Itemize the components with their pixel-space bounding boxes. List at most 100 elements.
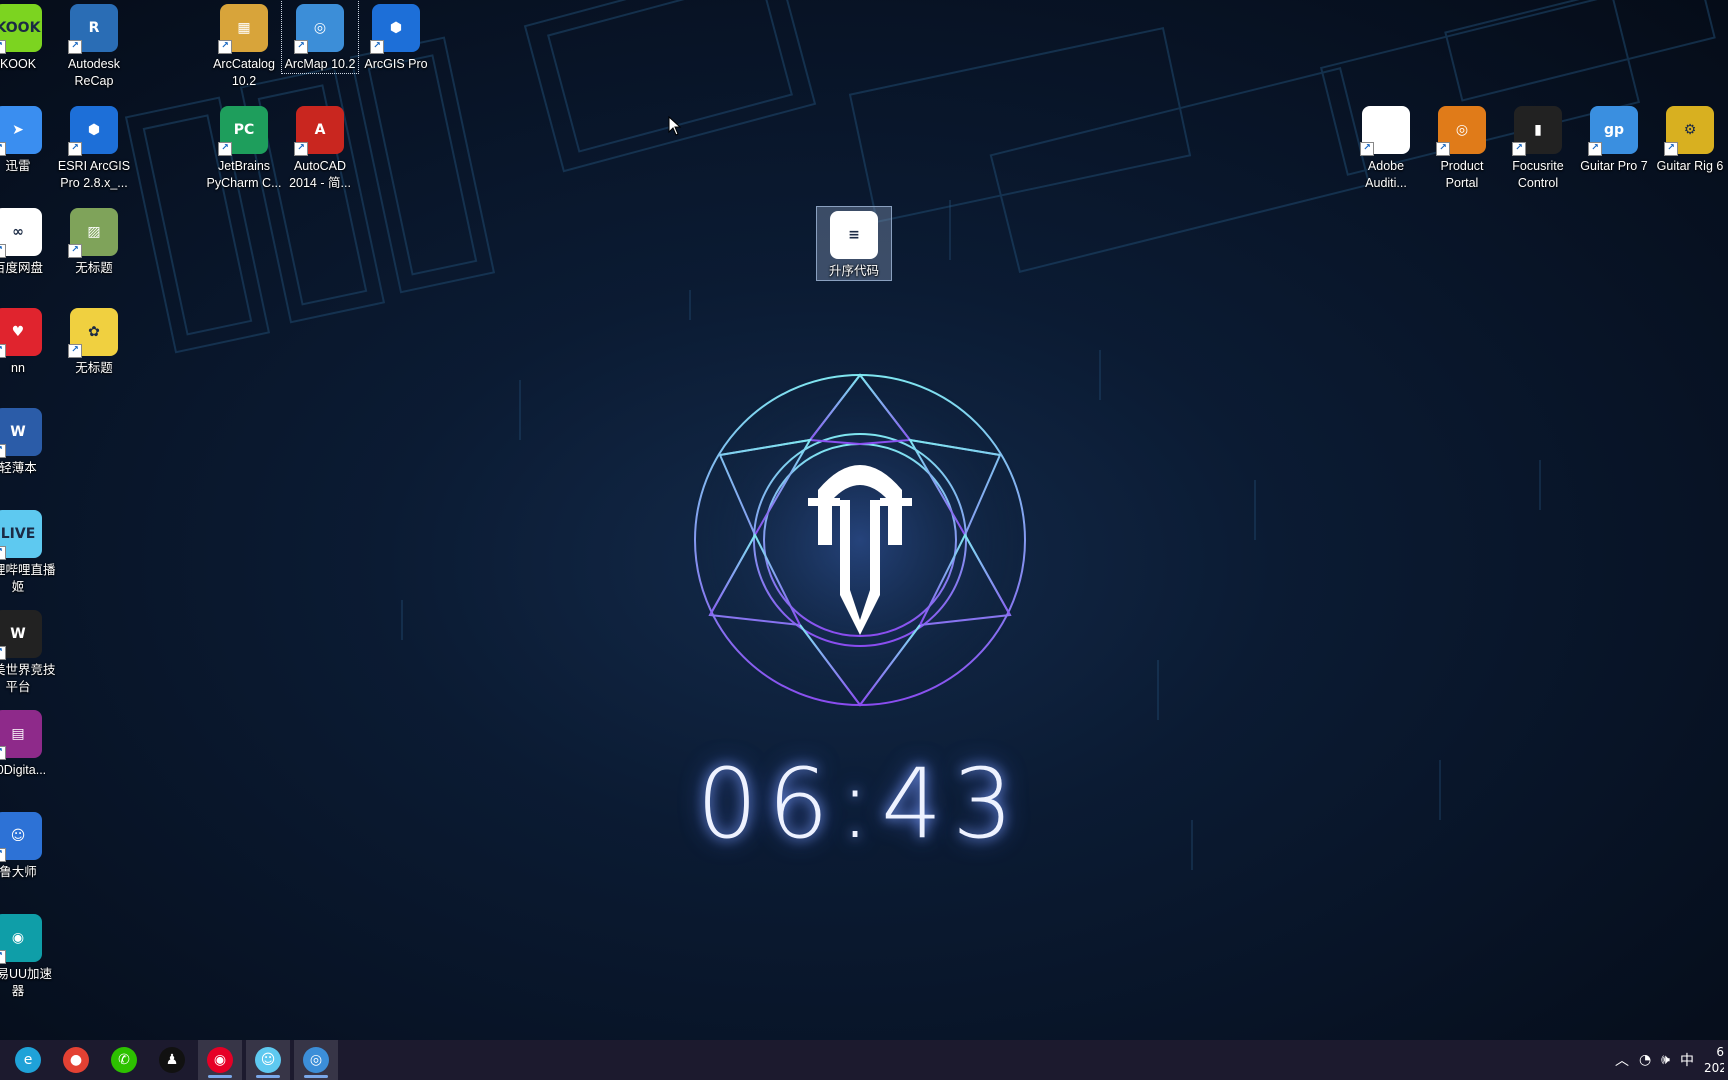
desktop-icon-label: 网易UU加速器: [0, 967, 53, 998]
shortcut-arrow-icon: ↗: [0, 646, 6, 660]
word-doc-icon: W↗: [0, 408, 42, 458]
network-icon[interactable]: ◔: [1639, 1052, 1651, 1068]
bilibili-live-icon: ☺: [255, 1047, 281, 1073]
desktop-icon-focusrite[interactable]: ▮ ↗ Focusrite Control: [1500, 102, 1576, 192]
desktop-icon-label: ESRI ArcGIS Pro 2.8.x_...: [57, 159, 131, 190]
taskbar-clock[interactable]: 6 2022: [1704, 1044, 1724, 1076]
icon-glyph: ✿: [88, 324, 100, 340]
desktop-icon-label: Adobe Auditi...: [1365, 159, 1407, 190]
desktop-icon-arccatalog[interactable]: ▦ ↗ ArcCatalog 10.2: [206, 0, 282, 90]
running-indicator: [256, 1075, 280, 1078]
edge-icon: e: [15, 1047, 41, 1073]
desktop-icon-uu-accelerator[interactable]: ◉↗网易UU加速器: [0, 910, 56, 1000]
desktop-icon-ludashi[interactable]: ☺↗鲁大师: [0, 808, 56, 881]
icon-glyph: ♥: [11, 324, 25, 340]
esri-arcgis-pro-icon: ⬢ ↗: [68, 106, 118, 156]
xunlei-icon: ➤↗: [0, 106, 42, 156]
taskbar-app-edge[interactable]: e: [6, 1040, 50, 1080]
icon-glyph: W: [10, 626, 26, 642]
shortcut-arrow-icon: ↗: [68, 40, 82, 54]
clock-emblem-logo: [690, 370, 1030, 710]
desktop-icon-kook[interactable]: KOOK ↗ KOOK: [0, 0, 56, 73]
icon-glyph: ▦: [237, 20, 251, 36]
desktop-icon-label: ArcMap 10.2: [284, 57, 356, 71]
shortcut-arrow-icon: ↗: [370, 40, 384, 54]
taskbar-app-chrome[interactable]: ●: [54, 1040, 98, 1080]
desktop-icon-label: 10Digita...: [0, 763, 47, 777]
chevron-up-icon[interactable]: ︿: [1615, 1050, 1629, 1070]
desktop-icon-esri-arcgis-pro[interactable]: ⬢ ↗ ESRI ArcGIS Pro 2.8.x_...: [56, 102, 132, 192]
desktop-icon-label: KOOK: [0, 57, 37, 71]
taskbar-app-qq[interactable]: ♟: [150, 1040, 194, 1080]
chrome-icon: ●: [63, 1047, 89, 1073]
desktop-icon-label: 百度网盘: [0, 261, 43, 275]
arccatalog-icon: ▦ ↗: [218, 4, 268, 54]
shortcut-arrow-icon: ↗: [294, 142, 308, 156]
desktop-icon-image-file[interactable]: ▨ ↗ 无标题: [56, 204, 132, 277]
taskbar-app-glyph: ◉: [213, 1052, 227, 1068]
desktop-icon-arcgis-pro[interactable]: ⬢ ↗ ArcGIS Pro: [358, 0, 434, 73]
taskbar-app-bilibili-live[interactable]: ☺: [246, 1040, 290, 1080]
desktop-icon-winrar[interactable]: ▤↗10Digita...: [0, 706, 56, 779]
desktop-icon-map-file[interactable]: ✿ ↗ 无标题: [56, 304, 132, 377]
desktop-icon-product-portal[interactable]: ◎ ↗ Product Portal: [1424, 102, 1500, 192]
shortcut-arrow-icon: ↗: [68, 142, 82, 156]
desktop-icon-arcmap[interactable]: ◎ ↗ ArcMap 10.2: [281, 0, 359, 74]
kook-icon: KOOK ↗: [0, 4, 42, 54]
text-file-icon: ≡: [830, 211, 878, 259]
desktop-icon-label: 完美世界竞技平台: [0, 663, 56, 694]
desktop-icon-guitar-rig[interactable]: ⚙ ↗ Guitar Rig 6: [1652, 102, 1728, 175]
shortcut-arrow-icon: ↗: [0, 344, 6, 358]
icon-glyph: ▮: [1534, 122, 1542, 138]
shortcut-arrow-icon: ↗: [0, 142, 6, 156]
map-file-icon: ✿ ↗: [68, 308, 118, 358]
arcmap-icon: ◎ ↗: [294, 4, 344, 54]
desktop-icon-label: 轻薄本: [0, 461, 37, 475]
guitar-pro-icon: gp ↗: [1588, 106, 1638, 156]
ludashi-icon: ☺↗: [0, 812, 42, 862]
desktop-icon-autodesk-recap[interactable]: R ↗ Autodesk ReCap: [56, 0, 132, 90]
desktop-icon-xunlei[interactable]: ➤↗迅雷: [0, 102, 56, 175]
icon-glyph: W: [10, 424, 26, 440]
desktop-icon-baidu-netdisk[interactable]: ∞↗百度网盘: [0, 204, 56, 277]
desktop-icon-label: JetBrains PyCharm C...: [206, 159, 282, 190]
desktop-icon-label: Guitar Pro 7: [1580, 159, 1648, 173]
desktop-icon-label: Product Portal: [1440, 159, 1484, 190]
desktop-icon-pycharm[interactable]: PC ↗ JetBrains PyCharm C...: [206, 102, 282, 192]
desktop-icon-autocad[interactable]: A ↗ AutoCAD 2014 - 简...: [282, 102, 358, 192]
product-portal-icon: ◎ ↗: [1436, 106, 1486, 156]
desktop-icon-guitar-pro[interactable]: gp ↗ Guitar Pro 7: [1576, 102, 1652, 175]
taskbar-date: 2022: [1704, 1061, 1724, 1075]
desktop-icon-word-doc[interactable]: W↗轻薄本: [0, 404, 56, 477]
image-file-icon: ▨ ↗: [68, 208, 118, 258]
shortcut-arrow-icon: ↗: [218, 40, 232, 54]
taskbar-app-arcmap[interactable]: ◎: [294, 1040, 338, 1080]
shortcut-arrow-icon: ↗: [218, 142, 232, 156]
taskbar-app-glyph: e: [23, 1052, 33, 1068]
desktop-icon-label: 无标题: [75, 361, 113, 375]
autocad-icon: A ↗: [294, 106, 344, 156]
icon-glyph: ≡: [848, 227, 860, 243]
ime-indicator[interactable]: 中: [1680, 1050, 1694, 1070]
adobe-audition-icon: ↗: [1360, 106, 1410, 156]
netease-music-icon: ◉: [207, 1047, 233, 1073]
taskbar-app-wechat[interactable]: ✆: [102, 1040, 146, 1080]
taskbar-app-glyph: ●: [69, 1052, 83, 1068]
shortcut-arrow-icon: ↗: [68, 244, 82, 258]
taskbar-app-glyph: ♟: [165, 1052, 179, 1068]
icon-glyph: ∞: [12, 224, 24, 240]
desktop-icon-nn[interactable]: ♥↗nn: [0, 304, 56, 377]
desktop-icon-text-file[interactable]: ≡ 升序代码: [816, 206, 892, 281]
volume-icon[interactable]: 🕪: [1661, 1052, 1670, 1068]
desktop-icon-bilibili-live[interactable]: LIVE ↗ 哔哩哔哩直播姬: [0, 506, 56, 596]
desktop-icon-perfect-world[interactable]: W ↗ 完美世界竞技平台: [0, 606, 56, 696]
shortcut-arrow-icon: ↗: [1664, 142, 1678, 156]
icon-glyph: LIVE: [0, 526, 36, 542]
uu-accelerator-icon: ◉↗: [0, 914, 42, 964]
shortcut-arrow-icon: ↗: [0, 444, 6, 458]
desktop-icon-adobe-audition[interactable]: ↗ Adobe Auditi...: [1348, 102, 1424, 192]
shortcut-arrow-icon: ↗: [0, 40, 6, 54]
guitar-rig-icon: ⚙ ↗: [1664, 106, 1714, 156]
taskbar-app-netease-music[interactable]: ◉: [198, 1040, 242, 1080]
shortcut-arrow-icon: ↗: [1360, 142, 1374, 156]
